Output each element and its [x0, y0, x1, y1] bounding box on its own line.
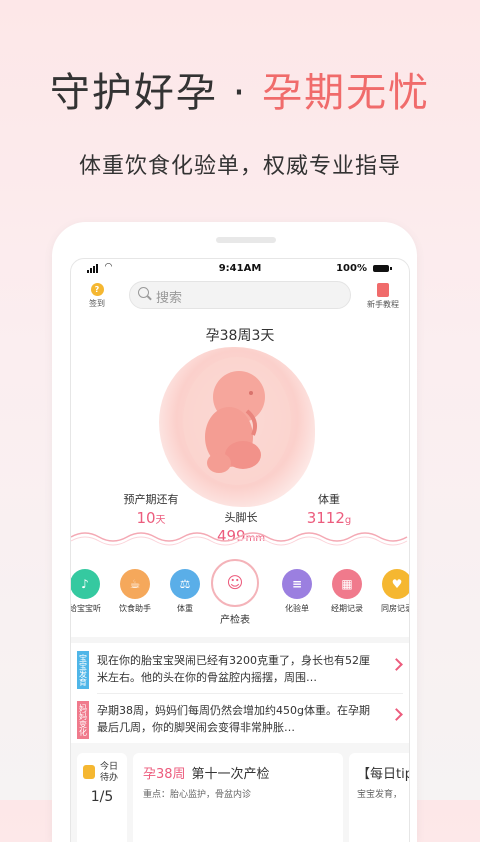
checkup-title: 第十一次产检	[191, 767, 270, 782]
daily-tip-card[interactable]: 【每日tip 宝宝发育，	[349, 753, 410, 842]
battery-icon	[373, 265, 392, 272]
chevron-right-icon	[390, 658, 403, 671]
due-label: 预产期还有	[123, 493, 179, 506]
tool-label: 经期记录	[331, 604, 363, 613]
scale-icon: ⚖	[170, 569, 200, 599]
microphone-icon: ♪	[71, 569, 100, 599]
cup-icon: ☕	[120, 569, 150, 599]
news-tag: 妈妈变化	[77, 701, 89, 739]
bottom-cards: 今日待办 1/5 孕38周 第十一次产检 重点：胎心监护，骨盆内诊 【每日tip …	[71, 743, 409, 842]
head-foot-label: 头脚长	[224, 511, 258, 524]
news-item-mom[interactable]: 妈妈变化 孕期38周，妈妈们每周仍然会增加约450g体重。在孕期最后几周，你的脚…	[71, 699, 409, 741]
tool-period-button[interactable]: ▦ 经期记录	[321, 569, 373, 614]
tool-label: 化验单	[285, 604, 309, 613]
weight-label: 体重	[318, 493, 340, 506]
news-item-baby[interactable]: 宝宝发育 现在你的胎宝宝哭闹已经有3200克重了，身长也有52厘米左右。他的头在…	[71, 649, 409, 691]
tool-listen-button[interactable]: ♪ 给宝宝听	[70, 569, 111, 614]
hourglass-icon	[83, 765, 95, 779]
tool-diet-button[interactable]: ☕ 饮食助手	[109, 569, 161, 614]
due-unit: 天	[155, 515, 166, 526]
news-text: 孕期38周，妈妈们每周仍然会增加约450g体重。在孕期最后几周，你的脚哭闹会变得…	[97, 704, 370, 734]
due-days-stat: 预产期还有 10天	[111, 491, 191, 527]
battery-percent: 100%	[336, 263, 367, 274]
promo-headline: 守护好孕 · 孕期无忧	[0, 60, 480, 118]
baby-face-icon: ☺	[211, 559, 259, 607]
weight-value: 3112	[306, 509, 345, 527]
signin-button[interactable]: ? 签到	[83, 283, 111, 309]
tool-label: 给宝宝听	[70, 604, 101, 613]
checkup-week: 孕38周	[143, 767, 186, 782]
tool-intimacy-button[interactable]: ♥ 同房记录	[371, 569, 410, 614]
app-screen: ◠ 9:41AM 100% ? 签到 搜索 新手教程 孕38周3天 预产期还有 …	[70, 258, 410, 842]
fetus-illustration[interactable]	[159, 347, 315, 507]
checkup-desc: 重点：胎心监护，骨盆内诊	[143, 790, 252, 800]
promo-subline: 体重饮食化验单，权威专业指导	[78, 154, 401, 179]
signin-label: 签到	[89, 299, 105, 308]
pregnancy-week: 孕38周3天	[205, 328, 275, 344]
phone-speaker	[216, 237, 276, 243]
book-icon	[377, 283, 389, 297]
search-placeholder: 搜索	[156, 291, 183, 306]
tutorial-button[interactable]: 新手教程	[363, 283, 403, 310]
document-icon: ≡	[282, 569, 312, 599]
tool-label: 体重	[177, 604, 193, 613]
tool-weight-button[interactable]: ⚖ 体重	[159, 569, 211, 614]
status-bar: ◠ 9:41AM 100%	[71, 262, 409, 276]
headline-accent: 孕期无忧	[262, 70, 431, 116]
couple-icon: ♥	[382, 569, 409, 599]
search-input[interactable]: 搜索	[129, 281, 351, 309]
signin-icon: ?	[90, 283, 104, 296]
tool-lab-button[interactable]: ≡ 化验单	[271, 569, 323, 614]
news-divider	[97, 693, 403, 694]
due-value: 10	[136, 509, 156, 527]
tool-checkup-button[interactable]: ☺ 产检表	[209, 559, 261, 626]
fetus-icon	[183, 357, 291, 485]
tool-label: 产检表	[220, 615, 250, 626]
chevron-right-icon	[390, 708, 403, 721]
wave-divider	[71, 532, 408, 546]
top-bar: ? 签到 搜索 新手教程	[71, 281, 409, 315]
checkup-card[interactable]: 孕38周 第十一次产检 重点：胎心监护，骨盆内诊	[133, 753, 343, 842]
tool-bar: ♪ 给宝宝听 ☕ 饮食助手 ⚖ 体重 ☺ 产检表 ≡ 化验单 ▦ 经期记录 ♥ …	[70, 559, 410, 629]
search-icon	[138, 287, 149, 298]
tool-label: 饮食助手	[119, 604, 151, 613]
phone-frame: ◠ 9:41AM 100% ? 签到 搜索 新手教程 孕38周3天 预产期还有 …	[52, 222, 417, 842]
news-text: 现在你的胎宝宝哭闹已经有3200克重了，身长也有52厘米左右。他的头在你的骨盆腔…	[97, 654, 370, 684]
weight-stat: 体重 3112g	[289, 491, 369, 527]
todo-label: 今日待办	[99, 762, 118, 783]
tool-label: 同房记录	[381, 604, 410, 613]
section-divider	[71, 637, 409, 643]
weight-unit: g	[344, 515, 352, 526]
tutorial-label: 新手教程	[367, 300, 399, 309]
headline-main: 守护好孕 ·	[49, 70, 263, 116]
todo-count: 1/5	[90, 789, 114, 805]
daily-tip-title: 【每日tip	[357, 767, 410, 782]
daily-tip-desc: 宝宝发育，	[357, 790, 403, 800]
todo-card[interactable]: 今日待办 1/5	[77, 753, 127, 842]
news-tag: 宝宝发育	[77, 651, 89, 689]
calendar-icon: ▦	[332, 569, 362, 599]
